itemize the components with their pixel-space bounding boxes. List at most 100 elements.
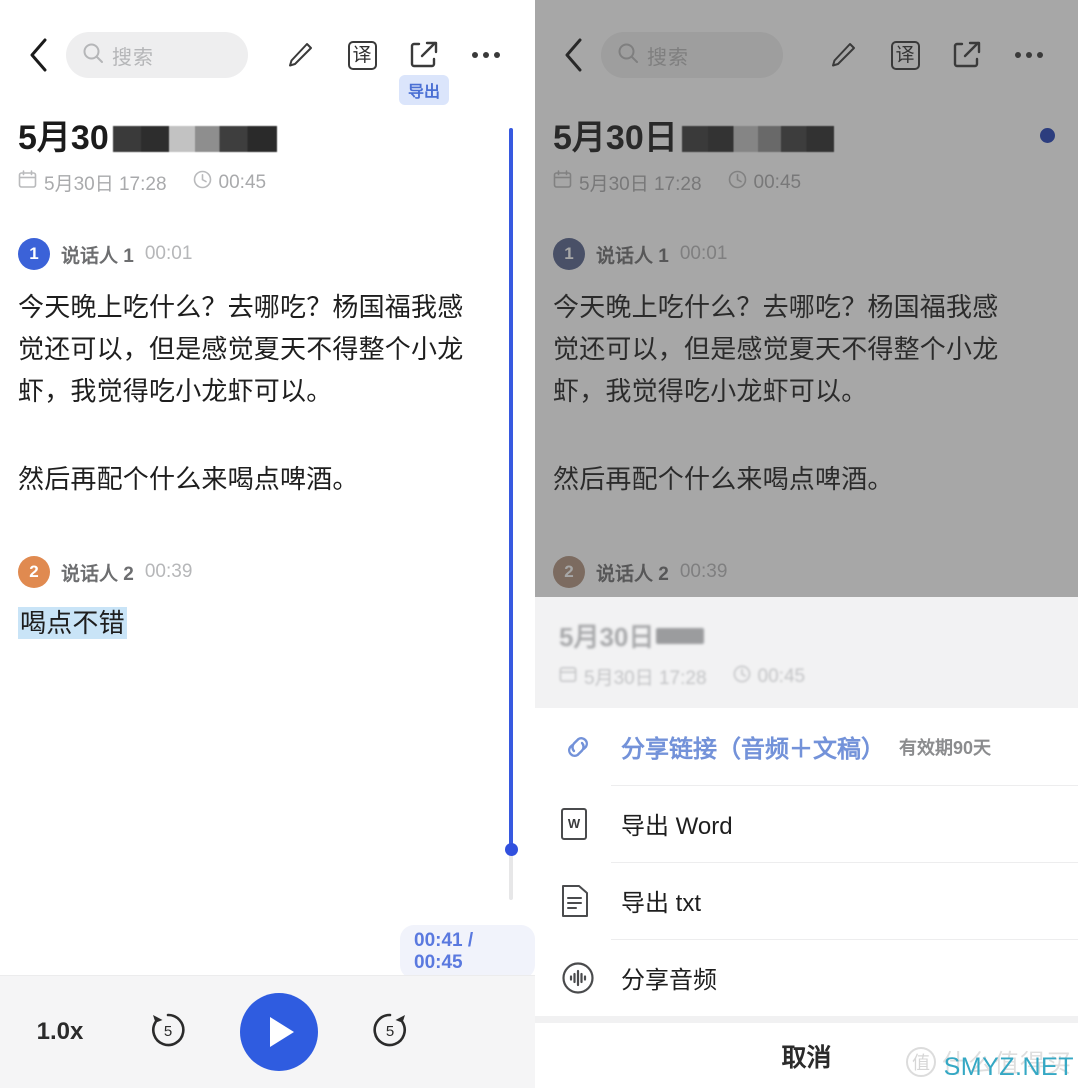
edit-button[interactable]: [269, 25, 331, 85]
share-audio-label: 分享音频: [621, 967, 717, 994]
audio-progress-slider[interactable]: [1040, 128, 1055, 598]
speaker-timestamp: 00:39: [679, 561, 728, 583]
search-input[interactable]: 搜索: [66, 32, 248, 78]
top-toolbar: 搜索 译: [535, 0, 1078, 110]
forward-5-button[interactable]: 5: [342, 1007, 438, 1058]
transcript-body: 1 说话人 1 00:01 今天晚上吃什么？去哪吃？杨国福我感觉还可以，但是感觉…: [553, 238, 1018, 645]
speaker-header[interactable]: 1 说话人 1 00:01: [18, 238, 475, 270]
link-icon: [561, 730, 611, 764]
transcript-paragraph[interactable]: 今天晚上吃什么？去哪吃？杨国福我感觉还可以，但是感觉夏天不得整个小龙虾，我觉得吃…: [553, 286, 1018, 412]
export-txt-row[interactable]: 导出 txt: [535, 862, 1078, 939]
share-link-row[interactable]: 分享链接（音频＋文稿） 有效期90天: [535, 708, 1078, 785]
translate-button[interactable]: 译: [331, 25, 393, 85]
toolbar-actions: 译: [812, 25, 1060, 85]
progress-knob[interactable]: [1040, 128, 1055, 143]
playback-speed-button[interactable]: 1.0x: [0, 1018, 120, 1046]
meta-duration: 00:45: [193, 170, 267, 195]
meta-date-text: 5月30日 17:28: [44, 174, 167, 196]
highlighted-text: 喝点不错: [18, 607, 127, 640]
translate-icon: 译: [347, 40, 377, 70]
more-button[interactable]: [998, 25, 1060, 85]
speaker-avatar: 1: [553, 238, 585, 270]
audio-progress-slider[interactable]: [505, 128, 518, 900]
sheet-meta-date-text: 5月30日 17:28: [584, 668, 707, 689]
export-action-sheet: 5月30日 5月30日 17:28 00:45 分享链接（音频＋文稿） 有效期9…: [535, 597, 1078, 1088]
speaker-avatar: 1: [18, 238, 50, 270]
speaker-avatar: 2: [553, 556, 585, 589]
back-button[interactable]: [553, 32, 593, 78]
edit-button[interactable]: [812, 25, 874, 85]
export-button[interactable]: 导出: [393, 25, 455, 105]
transcript-paragraph[interactable]: 喝点不错: [18, 602, 475, 644]
page-title: 5月30日: [553, 119, 1060, 157]
page-title-text: 5月30: [18, 119, 109, 157]
export-share-icon: [951, 39, 983, 71]
share-link-label: 分享链接（音频＋文稿）: [621, 736, 885, 763]
left-phone-panel: 搜索 译 导出 5月30 5月30日 17:28 00:45 1 说话人 1 0…: [0, 0, 535, 1088]
toolbar-actions: 译 导出: [269, 25, 517, 105]
sheet-divider: [535, 1016, 1078, 1024]
sheet-title: 5月30日: [559, 617, 1054, 654]
sheet-header: 5月30日 5月30日 17:28 00:45: [535, 597, 1078, 708]
meta-date: 5月30日 17:28: [18, 169, 167, 196]
transcript-paragraph[interactable]: 然后再配个什么来喝点啤酒。: [18, 458, 475, 500]
sheet-title-text: 5月30日: [559, 622, 655, 652]
time-badge: 00:41 / 00:45: [400, 925, 535, 979]
sheet-meta: 5月30日 17:28 00:45: [559, 663, 1054, 690]
translate-button[interactable]: 译: [874, 25, 936, 85]
export-word-label: 导出 Word: [621, 813, 733, 840]
chevron-left-icon: [563, 38, 583, 72]
export-button[interactable]: [936, 25, 998, 85]
top-toolbar: 搜索 译: [0, 0, 535, 110]
sheet-meta-duration: 00:45: [733, 665, 806, 689]
sheet-options-list: 分享链接（音频＋文稿） 有效期90天 W 导出 Word 导出 txt 分享音频: [535, 708, 1078, 1016]
speaker-header[interactable]: 2 说话人 2 00:39: [553, 556, 1018, 589]
rewind-5-button[interactable]: 5: [120, 1007, 216, 1058]
share-audio-row[interactable]: 分享音频: [535, 939, 1078, 1016]
pencil-icon: [828, 40, 858, 70]
search-placeholder: 搜索: [112, 46, 154, 69]
play-button[interactable]: [240, 993, 318, 1071]
svg-text:5: 5: [386, 1023, 394, 1040]
speaker-timestamp: 00:39: [144, 561, 193, 583]
pencil-icon: [285, 40, 315, 70]
cancel-label: 取消: [781, 1043, 832, 1072]
speaker-timestamp: 00:01: [144, 243, 193, 264]
meta-duration-text: 00:45: [753, 171, 802, 193]
speaker-header[interactable]: 2 说话人 2 00:39: [18, 556, 475, 589]
translate-icon: 译: [890, 40, 920, 70]
speaker-name: 说话人 1: [596, 245, 669, 267]
watermark-site: SMYZ.NET: [943, 1053, 1074, 1081]
sheet-meta-duration-text: 00:45: [757, 665, 806, 687]
transcript-segment: 1 说话人 1 00:01 今天晚上吃什么？去哪吃？杨国福我感觉还可以，但是感觉…: [18, 238, 475, 500]
search-input[interactable]: 搜索: [601, 32, 783, 78]
more-dots-icon: [1015, 52, 1043, 58]
search-icon: [617, 42, 639, 69]
speaker-name: 说话人 2: [61, 563, 134, 585]
meta-duration-text: 00:45: [218, 171, 267, 193]
transcript-body: 1 说话人 1 00:01 今天晚上吃什么？去哪吃？杨国福我感觉还可以，但是感觉…: [18, 238, 475, 645]
search-icon: [82, 42, 104, 69]
redacted-title-block: [681, 125, 834, 152]
progress-knob[interactable]: [505, 843, 518, 856]
document-title-block: 5月30日 5月30日 17:28 00:45: [553, 119, 1060, 196]
more-button[interactable]: [455, 25, 517, 85]
speaker-avatar: 2: [18, 556, 50, 589]
export-tooltip: 导出: [398, 75, 450, 105]
calendar-icon: [553, 170, 572, 195]
page-title-text: 5月30日: [553, 119, 678, 157]
transcript-segment: 1 说话人 1 00:01 今天晚上吃什么？去哪吃？杨国福我感觉还可以，但是感觉…: [553, 238, 1018, 500]
export-word-row[interactable]: W 导出 Word: [535, 785, 1078, 862]
transcript-paragraph[interactable]: 今天晚上吃什么？去哪吃？杨国福我感觉还可以，但是感觉夏天不得整个小龙虾，我觉得吃…: [18, 286, 475, 412]
sheet-meta-date: 5月30日 17:28: [559, 663, 707, 690]
forward-5-icon: 5: [367, 1007, 413, 1058]
search-placeholder: 搜索: [647, 46, 689, 69]
player-bar: 1.0x 5 5: [0, 975, 535, 1088]
back-button[interactable]: [18, 32, 58, 78]
speaker-header[interactable]: 1 说话人 1 00:01: [553, 238, 1018, 270]
more-dots-icon: [472, 52, 500, 58]
progress-track: [1045, 128, 1048, 598]
meta-duration: 00:45: [728, 170, 802, 195]
transcript-paragraph[interactable]: 然后再配个什么来喝点啤酒。: [553, 458, 1018, 500]
document-title-block: 5月30 5月30日 17:28 00:45: [18, 119, 517, 196]
